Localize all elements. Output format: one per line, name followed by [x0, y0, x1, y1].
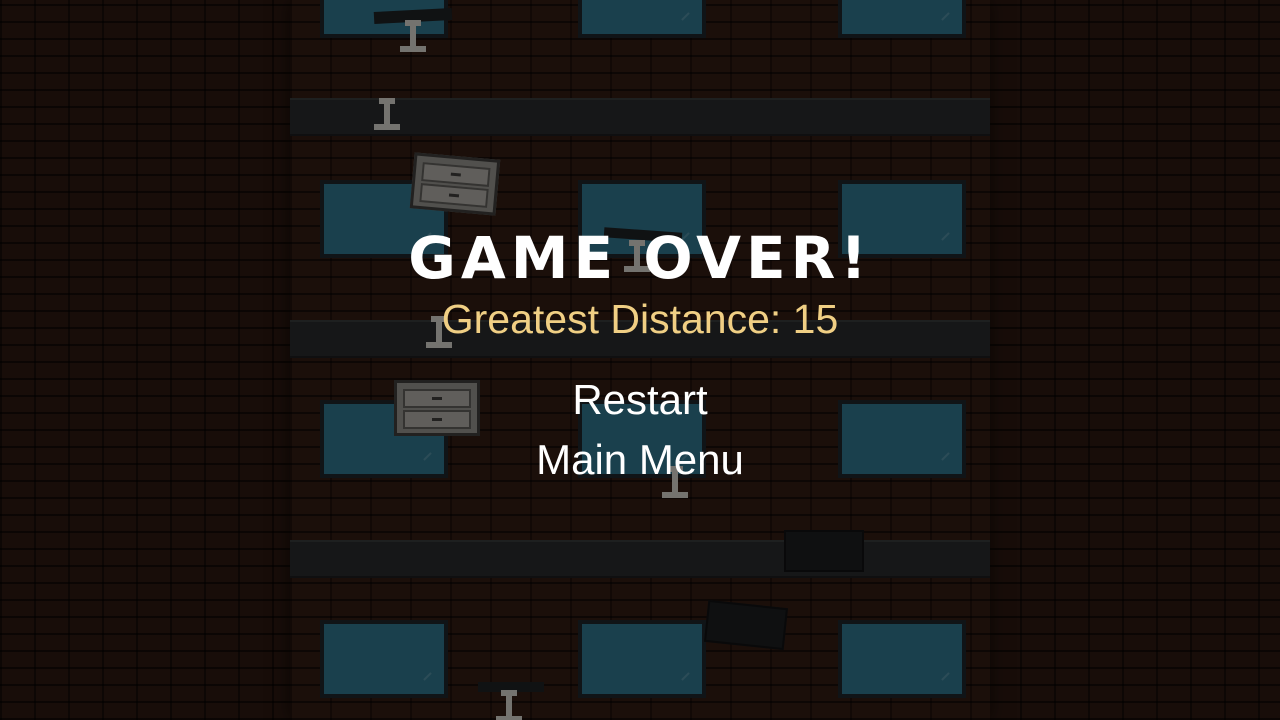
- main-menu-button-label: Main Menu: [536, 436, 744, 483]
- restart-button[interactable]: Restart: [0, 376, 1280, 424]
- dim-overlay: [0, 0, 1280, 720]
- game-over-title: GAME OVER!: [408, 224, 872, 292]
- main-menu-button[interactable]: Main Menu: [0, 436, 1280, 484]
- greatest-distance-label: Greatest Distance: 15: [441, 296, 839, 342]
- game-scene: [0, 0, 1280, 720]
- restart-button-label: Restart: [572, 376, 708, 423]
